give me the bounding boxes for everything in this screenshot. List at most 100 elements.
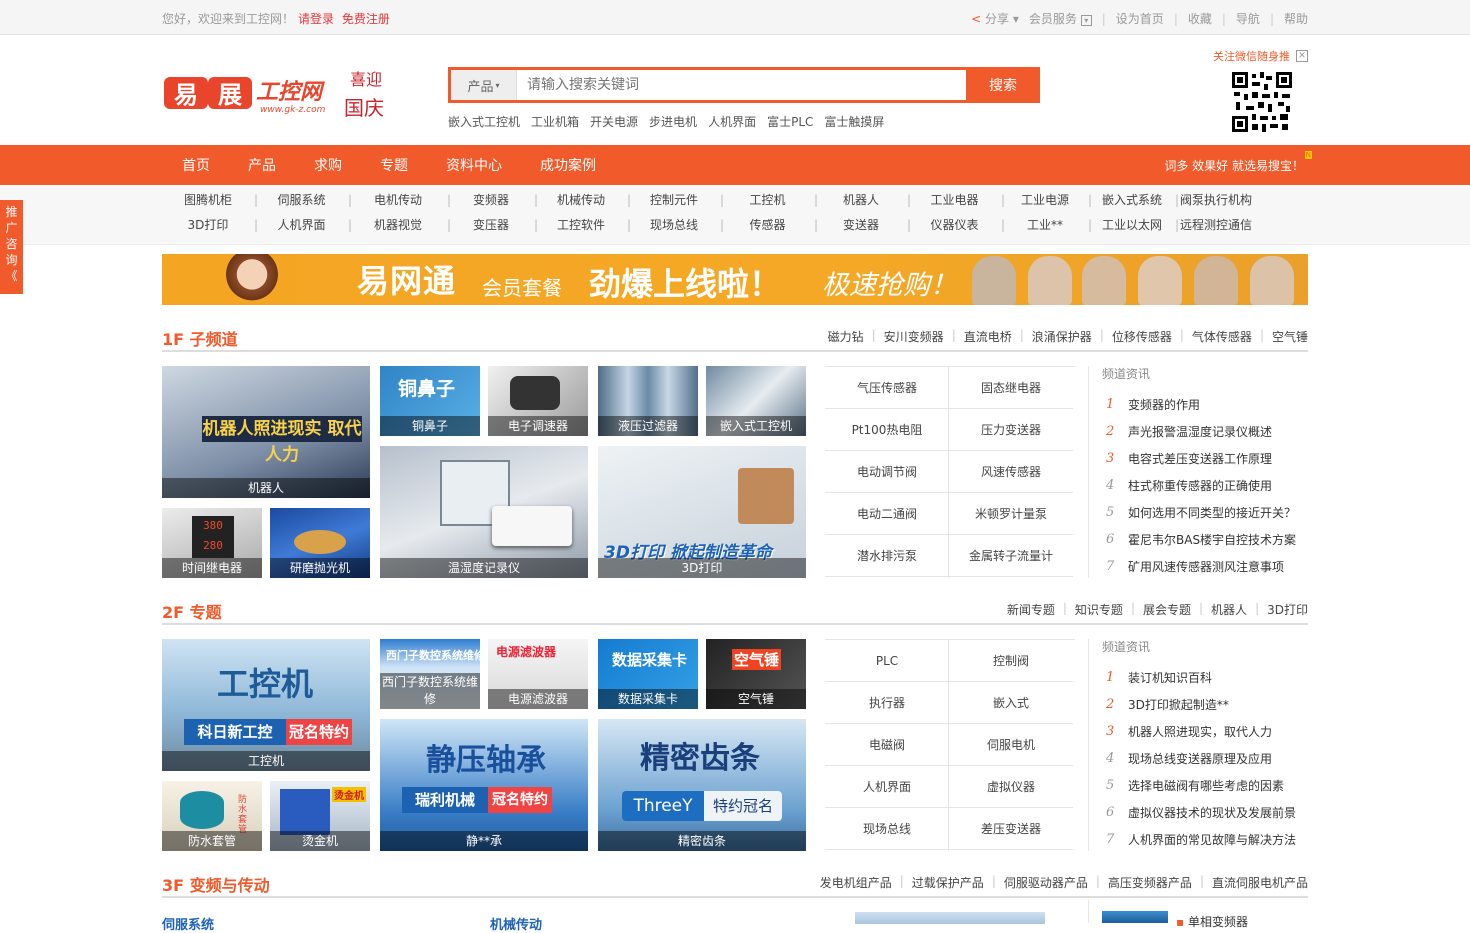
floor-link[interactable]: 新闻专题 xyxy=(1007,601,1055,618)
floor-link[interactable]: 浪涌保护器 xyxy=(1032,328,1092,345)
nav-slogan[interactable]: 词多 效果好 就选易搜宝！ xyxy=(1164,157,1304,174)
category-link[interactable]: 工业电器 xyxy=(908,191,1001,208)
news-item[interactable]: 7 人机界面的常见故障与解决方法 xyxy=(1102,826,1308,853)
pic-precision-rack[interactable]: 精密齿条 ThreeY 特约冠名 精密齿条 xyxy=(598,719,806,851)
floor-link[interactable]: 知识专题 xyxy=(1075,601,1123,618)
floor-link[interactable]: 安川变频器 xyxy=(884,328,944,345)
category-link[interactable]: 机器人 xyxy=(815,191,907,208)
product-category-cell[interactable]: Pt100热电阻 xyxy=(825,409,949,451)
news-item[interactable]: 4 柱式称重传感器的正确使用 xyxy=(1102,472,1308,499)
hot-word[interactable]: 开关电源 xyxy=(590,113,638,130)
category-link[interactable]: 机器视觉 xyxy=(349,216,447,233)
pic-filter[interactable]: 液压过滤器 xyxy=(598,366,698,436)
product-category-cell[interactable]: 气压传感器 xyxy=(825,367,949,409)
news-item[interactable]: 1 变频器的作用 xyxy=(1102,391,1308,418)
product-category-cell[interactable]: 米顿罗计量泵 xyxy=(949,493,1073,535)
news-item[interactable]: 3 机器人照进现实，取代人力 xyxy=(1102,718,1308,745)
nav-home[interactable]: 首页 xyxy=(182,155,210,175)
nav-resources[interactable]: 资料中心 xyxy=(446,155,502,175)
search-button[interactable]: 搜索 xyxy=(966,67,1040,103)
category-link[interactable]: 电机传动 xyxy=(349,191,447,208)
floor-link[interactable]: 直流伺服电机产品 xyxy=(1212,874,1308,891)
news-item[interactable]: 6 霍尼韦尔BAS楼宇自控技术方案 xyxy=(1102,526,1308,553)
category-link[interactable]: 现场总线 xyxy=(628,216,720,233)
category-link[interactable]: 工控软件 xyxy=(535,216,627,233)
nav-topics[interactable]: 专题 xyxy=(380,155,408,175)
promo-banner[interactable]: 易网通 会员套餐 劲爆上线啦！ 极速抢购！ xyxy=(162,254,1308,305)
category-link[interactable]: 传感器 xyxy=(721,216,814,233)
product-category-cell[interactable]: 现场总线 xyxy=(825,808,949,850)
pic-daq-card[interactable]: 数据采集卡 数据采集卡 xyxy=(598,639,698,709)
category-link[interactable]: 工业电源 xyxy=(1002,191,1088,208)
product-category-cell[interactable]: 风速传感器 xyxy=(949,451,1073,493)
search-input[interactable] xyxy=(517,70,966,100)
pic-timer-relay[interactable]: 380 280 时间继电器 xyxy=(162,508,262,578)
product-category-cell[interactable]: 电动调节阀 xyxy=(825,451,949,493)
search-category-select[interactable]: 产品 ▾ xyxy=(451,70,517,100)
floor-link[interactable]: 磁力钻 xyxy=(828,328,864,345)
pic-ipc[interactable]: 工控机 科日新工控 冠名特约 工控机 xyxy=(162,639,370,771)
site-logo[interactable]: 易 展 工控网 www.gk-z.com 喜迎 国庆 xyxy=(162,63,392,123)
category-link[interactable]: 工业以太网 xyxy=(1089,216,1175,233)
pic-waterproof-sleeve[interactable]: 防水套管 防水套管 xyxy=(162,781,262,851)
share-link[interactable]: < 分享 ▾ xyxy=(971,10,1019,27)
floor-link[interactable]: 伺服驱动器产品 xyxy=(1004,874,1088,891)
floor-link[interactable]: 高压变频器产品 xyxy=(1108,874,1192,891)
hot-word[interactable]: 人机界面 xyxy=(708,113,756,130)
floor-link[interactable]: 位移传感器 xyxy=(1112,328,1172,345)
category-link[interactable]: 机械传动 xyxy=(535,191,627,208)
favorite-link[interactable]: 收藏 xyxy=(1188,10,1212,27)
pic-air-hammer[interactable]: 空气锤 空气锤 xyxy=(706,639,806,709)
floor3-image[interactable] xyxy=(855,912,1045,924)
product-category-cell[interactable]: 人机界面 xyxy=(825,766,949,808)
floor-link[interactable]: 发电机组产品 xyxy=(820,874,892,891)
floor-link[interactable]: 3D打印 xyxy=(1267,601,1308,618)
pic-emi-filter[interactable]: 电源滤波器 电源滤波器 xyxy=(488,639,588,709)
nav-cases[interactable]: 成功案例 xyxy=(540,155,596,175)
floor-link[interactable]: 过载保护产品 xyxy=(912,874,984,891)
hot-word[interactable]: 工业机箱 xyxy=(531,113,579,130)
nav-products[interactable]: 产品 xyxy=(248,155,276,175)
category-link[interactable]: 控制元件 xyxy=(628,191,720,208)
category-link[interactable]: 3D打印 xyxy=(162,216,254,233)
nav-purchase[interactable]: 求购 xyxy=(314,155,342,175)
register-link[interactable]: 免费注册 xyxy=(342,12,390,26)
navigation-link[interactable]: 导航 xyxy=(1236,10,1260,27)
product-category-cell[interactable]: 电磁阀 xyxy=(825,724,949,766)
news-item[interactable]: 7 矿用风速传感器测风注意事项 xyxy=(1102,553,1308,580)
category-link[interactable]: 伺服系统 xyxy=(255,191,348,208)
category-link[interactable]: 人机界面 xyxy=(255,216,348,233)
category-link[interactable]: 图腾机柜 xyxy=(162,191,254,208)
pic-3d-print[interactable]: 3D打印 掀起制造革命 3D打印 xyxy=(598,446,806,578)
hot-word[interactable]: 富士触摸屏 xyxy=(824,113,884,130)
floor-link[interactable]: 机器人 xyxy=(1211,601,1247,618)
hot-word[interactable]: 嵌入式工控机 xyxy=(448,113,520,130)
category-link[interactable]: 变频器 xyxy=(448,191,534,208)
category-link[interactable]: 工控机 xyxy=(721,191,814,208)
product-category-cell[interactable]: 执行器 xyxy=(825,682,949,724)
floor-link[interactable]: 气体传感器 xyxy=(1192,328,1252,345)
category-link[interactable]: 远程测控通信 xyxy=(1176,216,1256,233)
pic-siemens-repair[interactable]: 西门子数控系统维修 西门子数控系统维修 xyxy=(380,639,480,709)
pic-recorder[interactable]: 温湿度记录仪 xyxy=(380,446,588,578)
pic-polish-machine[interactable]: 研磨抛光机 xyxy=(270,508,370,578)
pic-hot-stamping[interactable]: 烫金机 烫金机 xyxy=(270,781,370,851)
set-homepage-link[interactable]: 设为首页 xyxy=(1116,10,1164,27)
category-link[interactable]: 变送器 xyxy=(815,216,907,233)
category-link[interactable]: 工业** xyxy=(1002,216,1088,233)
promo-consult-tab[interactable]: 推广咨询《 xyxy=(0,200,23,294)
category-link[interactable]: 嵌入式系统 xyxy=(1089,191,1175,208)
pic-static-bearing[interactable]: 静压轴承 瑞利机械 冠名特约 静**承 xyxy=(380,719,588,851)
help-link[interactable]: 帮助 xyxy=(1284,10,1308,27)
floor-link[interactable]: 空气锤 xyxy=(1272,328,1308,345)
product-category-cell[interactable]: PLC xyxy=(825,640,949,682)
product-category-cell[interactable]: 固态继电器 xyxy=(949,367,1073,409)
floor3-sub-mech[interactable]: 机械传动 xyxy=(490,914,542,933)
product-category-cell[interactable]: 嵌入式 xyxy=(949,682,1073,724)
floor3-sub-servo[interactable]: 伺服系统 xyxy=(162,914,214,933)
news-item[interactable]: 5 如何选用不同类型的接近开关？ xyxy=(1102,499,1308,526)
close-icon[interactable]: ✕ xyxy=(1296,50,1308,62)
category-link[interactable]: 仪器仪表 xyxy=(908,216,1001,233)
product-category-cell[interactable]: 压力变送器 xyxy=(949,409,1073,451)
product-category-cell[interactable]: 潜水排污泵 xyxy=(825,535,949,577)
